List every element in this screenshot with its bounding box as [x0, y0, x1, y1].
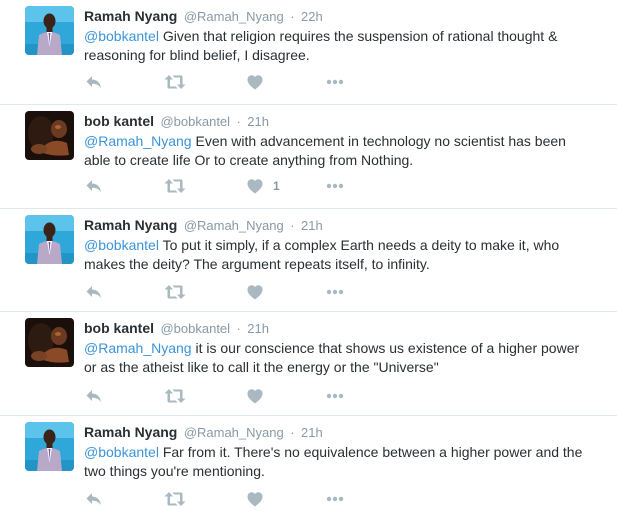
tweet-text: @Ramah_Nyang it is our conscience that s…: [84, 339, 589, 377]
tweet-fullname[interactable]: Ramah Nyang: [84, 217, 177, 233]
tweet-fullname[interactable]: bob kantel: [84, 320, 154, 336]
tweet-timestamp[interactable]: 21h: [247, 321, 269, 336]
tweet[interactable]: bob kantel @bobkantel · 21h @Ramah_Nyang…: [0, 105, 617, 209]
tweet-timestamp[interactable]: 21h: [301, 218, 323, 233]
tweet-header: Ramah Nyang @Ramah_Nyang · 21h: [84, 215, 594, 235]
more-icon: [325, 72, 345, 92]
tweet-actions: [84, 72, 404, 92]
heart-icon: [245, 72, 265, 92]
tweet-content: bob kantel @bobkantel · 21h @Ramah_Nyang…: [84, 318, 594, 377]
more-button[interactable]: [325, 386, 345, 406]
mention-link[interactable]: @bobkantel: [84, 28, 159, 44]
tweet[interactable]: Ramah Nyang @Ramah_Nyang · 21h @bobkante…: [0, 416, 617, 524]
tweet-text: @bobkantel Far from it. There's no equiv…: [84, 443, 589, 481]
tweet-text: @Ramah_Nyang Even with advancement in te…: [84, 132, 589, 170]
reply-icon: [84, 72, 104, 92]
tweet-content: Ramah Nyang @Ramah_Nyang · 21h @bobkante…: [84, 422, 594, 481]
more-button[interactable]: [325, 489, 345, 509]
heart-icon: [245, 489, 265, 509]
reply-icon: [84, 489, 104, 509]
like-count: 1: [273, 179, 280, 193]
tweet-fullname[interactable]: bob kantel: [84, 113, 154, 129]
more-icon: [325, 282, 345, 302]
separator-dot: ·: [236, 114, 241, 129]
tweet[interactable]: bob kantel @bobkantel · 21h @Ramah_Nyang…: [0, 312, 617, 416]
retweet-button[interactable]: [163, 282, 187, 302]
tweet[interactable]: Ramah Nyang @Ramah_Nyang · 21h @bobkante…: [0, 209, 617, 312]
retweet-icon: [163, 72, 187, 92]
separator-dot: ·: [236, 321, 241, 336]
tweet-content: Ramah Nyang @Ramah_Nyang · 21h @bobkante…: [84, 215, 594, 274]
tweet-username[interactable]: @bobkantel: [160, 321, 230, 336]
avatar[interactable]: [25, 215, 74, 264]
conversation-thread: Ramah Nyang @Ramah_Nyang · 22h @bobkante…: [0, 0, 617, 524]
heart-icon: [245, 386, 265, 406]
reply-button[interactable]: [84, 489, 104, 509]
reply-button[interactable]: [84, 282, 104, 302]
tweet-timestamp[interactable]: 21h: [301, 425, 323, 440]
avatar[interactable]: [25, 422, 74, 471]
like-button[interactable]: [245, 489, 273, 509]
retweet-button[interactable]: [163, 176, 187, 196]
retweet-icon: [163, 386, 187, 406]
separator-dot: ·: [290, 9, 295, 24]
tweet-content: Ramah Nyang @Ramah_Nyang · 22h @bobkante…: [84, 6, 594, 65]
retweet-icon: [163, 282, 187, 302]
mention-link[interactable]: @bobkantel: [84, 237, 159, 253]
reply-button[interactable]: [84, 176, 104, 196]
tweet-actions: 1: [84, 176, 404, 196]
tweet-body: Far from it. There's no equivalence betw…: [84, 444, 583, 479]
tweet-username[interactable]: @bobkantel: [160, 114, 230, 129]
more-icon: [325, 176, 345, 196]
more-button[interactable]: [325, 176, 345, 196]
tweet-username[interactable]: @Ramah_Nyang: [184, 9, 284, 24]
tweet-header: Ramah Nyang @Ramah_Nyang · 21h: [84, 422, 594, 442]
mention-link[interactable]: @Ramah_Nyang: [84, 340, 192, 356]
tweet-header: bob kantel @bobkantel · 21h: [84, 111, 594, 131]
more-icon: [325, 386, 345, 406]
heart-icon: [245, 282, 265, 302]
like-button[interactable]: [245, 72, 273, 92]
tweet-text: @bobkantel Given that religion requires …: [84, 27, 589, 65]
like-button[interactable]: [245, 386, 273, 406]
heart-icon: [245, 176, 265, 196]
reply-button[interactable]: [84, 72, 104, 92]
tweet-timestamp[interactable]: 21h: [247, 114, 269, 129]
tweet[interactable]: Ramah Nyang @Ramah_Nyang · 22h @bobkante…: [0, 0, 617, 105]
reply-icon: [84, 282, 104, 302]
tweet-actions: [84, 282, 404, 302]
tweet-fullname[interactable]: Ramah Nyang: [84, 8, 177, 24]
reply-icon: [84, 386, 104, 406]
tweet-username[interactable]: @Ramah_Nyang: [184, 218, 284, 233]
tweet-actions: [84, 489, 404, 509]
retweet-button[interactable]: [163, 489, 187, 509]
tweet-content: bob kantel @bobkantel · 21h @Ramah_Nyang…: [84, 111, 594, 170]
retweet-icon: [163, 489, 187, 509]
like-button[interactable]: [245, 282, 273, 302]
more-button[interactable]: [325, 282, 345, 302]
separator-dot: ·: [290, 218, 295, 233]
tweet-fullname[interactable]: Ramah Nyang: [84, 424, 177, 440]
tweet-text: @bobkantel To put it simply, if a comple…: [84, 236, 589, 274]
retweet-icon: [163, 176, 187, 196]
tweet-actions: [84, 386, 404, 406]
avatar[interactable]: [25, 6, 74, 55]
avatar[interactable]: [25, 111, 74, 160]
more-button[interactable]: [325, 72, 345, 92]
retweet-button[interactable]: [163, 72, 187, 92]
tweet-header: bob kantel @bobkantel · 21h: [84, 318, 594, 338]
tweet-timestamp[interactable]: 22h: [301, 9, 323, 24]
more-icon: [325, 489, 345, 509]
mention-link[interactable]: @Ramah_Nyang: [84, 133, 192, 149]
retweet-button[interactable]: [163, 386, 187, 406]
avatar[interactable]: [25, 318, 74, 367]
separator-dot: ·: [290, 425, 295, 440]
mention-link[interactable]: @bobkantel: [84, 444, 159, 460]
tweet-header: Ramah Nyang @Ramah_Nyang · 22h: [84, 6, 594, 26]
like-button[interactable]: 1: [245, 176, 280, 196]
reply-button[interactable]: [84, 386, 104, 406]
tweet-username[interactable]: @Ramah_Nyang: [184, 425, 284, 440]
reply-icon: [84, 176, 104, 196]
